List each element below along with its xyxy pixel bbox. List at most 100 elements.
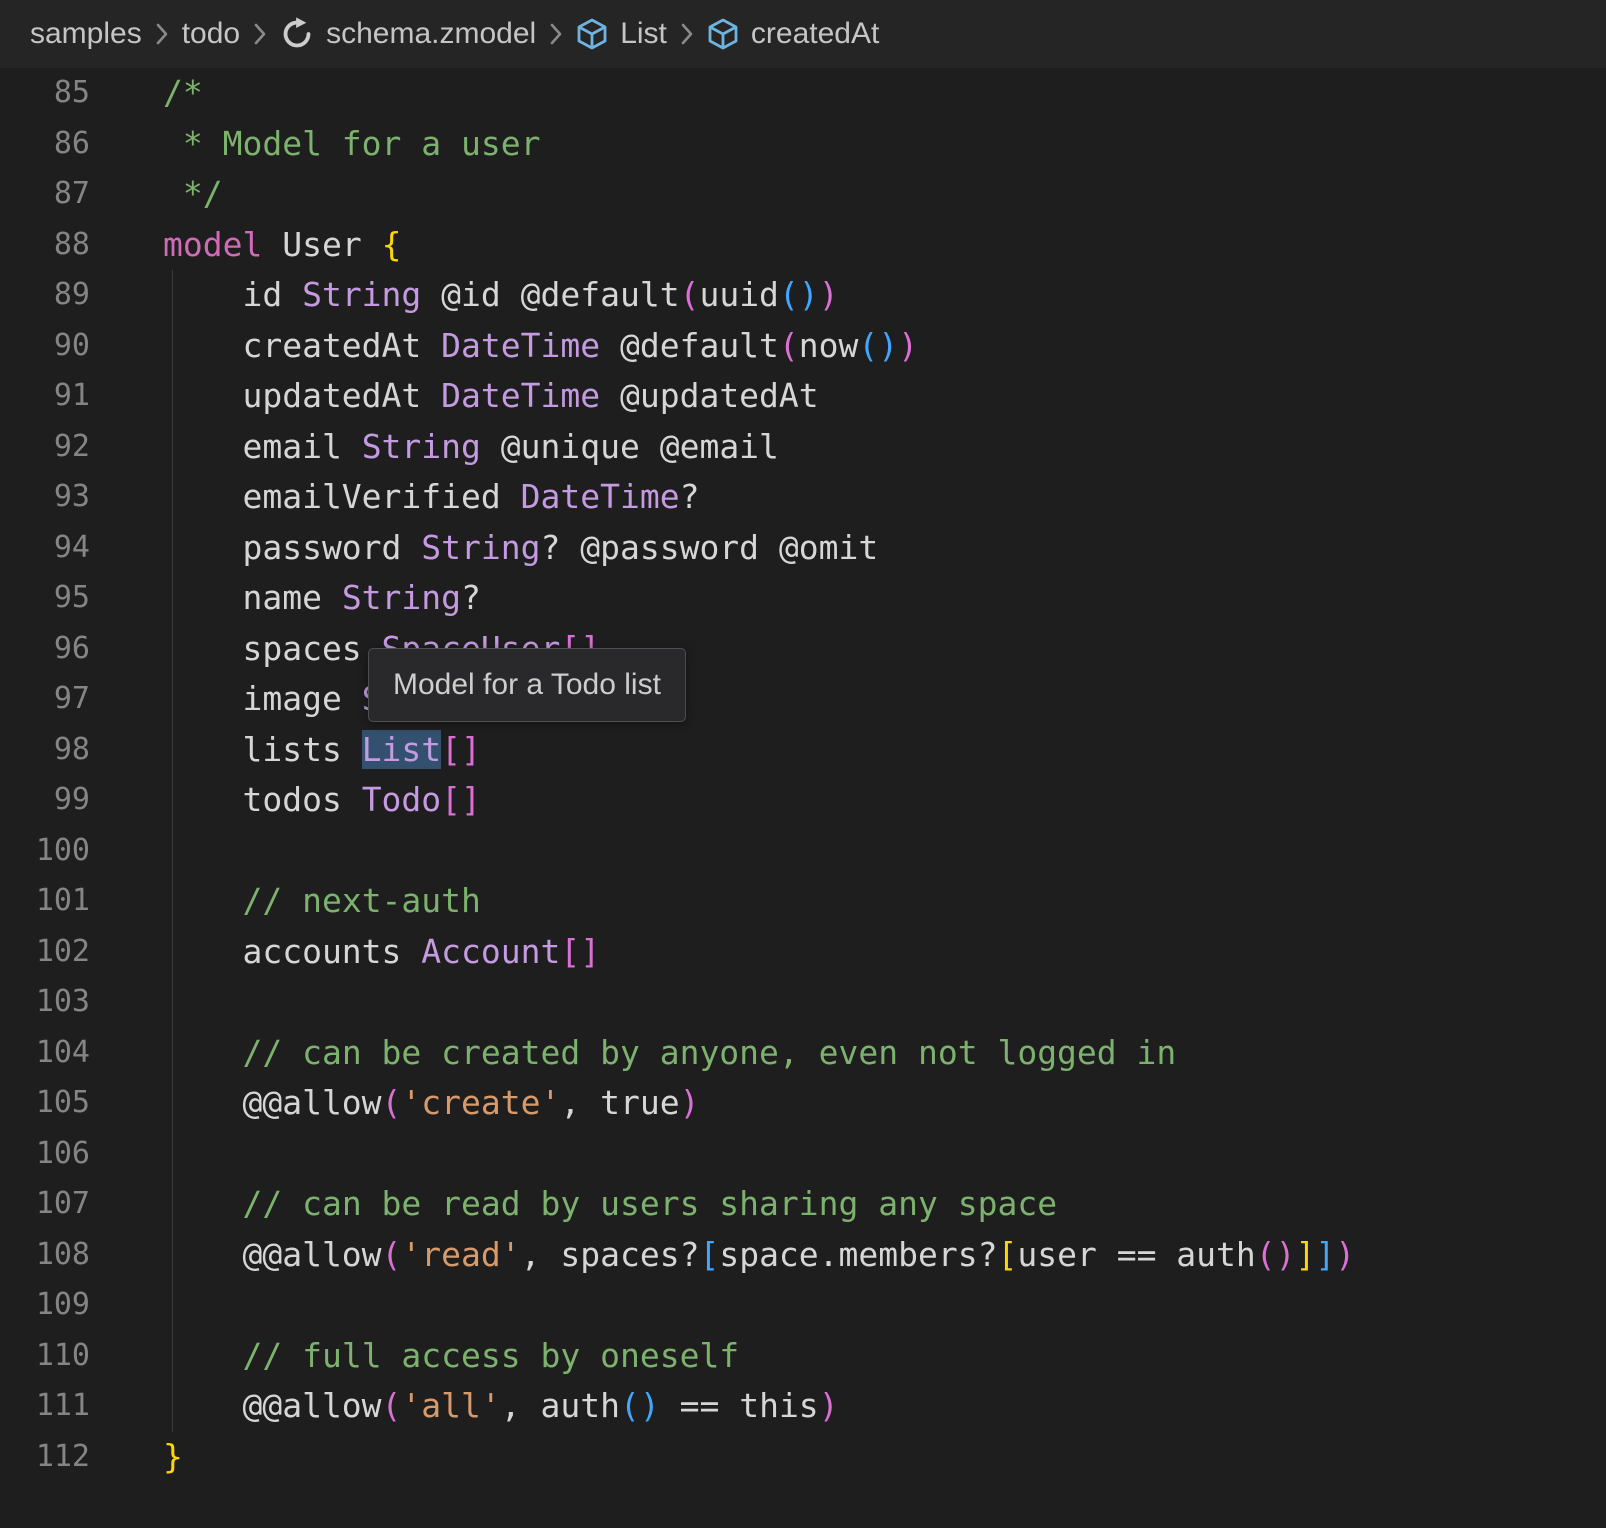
code-token: (	[382, 1083, 402, 1122]
code-line[interactable]: 91 updatedAt DateTime @updatedAt	[0, 371, 1606, 422]
code-token: ]	[1296, 1235, 1316, 1274]
code-line[interactable]: 111 @@allow('all', auth() == this)	[0, 1381, 1606, 1432]
code-token: createdAt	[163, 326, 441, 365]
code-token: )	[1335, 1235, 1355, 1274]
code-token: @@allow	[163, 1386, 382, 1425]
code-line-content: todos Todo[]	[100, 775, 481, 826]
code-token: user == auth	[1017, 1235, 1255, 1274]
code-token	[163, 1336, 242, 1375]
code-line-content: name String?	[100, 573, 481, 624]
line-number: 105	[0, 1078, 100, 1129]
code-line[interactable]: 100	[0, 826, 1606, 877]
code-token: // next-auth	[242, 881, 480, 920]
line-number: 112	[0, 1432, 100, 1483]
code-token: Account	[421, 932, 560, 971]
code-token: id	[163, 275, 302, 314]
code-line[interactable]: 93 emailVerified DateTime?	[0, 472, 1606, 523]
line-number: 109	[0, 1280, 100, 1331]
code-line[interactable]: 108 @@allow('read', spaces?[space.member…	[0, 1230, 1606, 1281]
code-token: */	[163, 174, 223, 213]
code-token: String	[302, 275, 421, 314]
line-number: 103	[0, 977, 100, 1028]
code-token: )	[819, 275, 839, 314]
code-token: ?	[461, 578, 481, 617]
breadcrumb-label: createdAt	[751, 17, 879, 51]
code-token: DateTime	[441, 326, 600, 365]
code-line-content: // can be read by users sharing any spac…	[100, 1179, 1057, 1230]
line-number: 89	[0, 270, 100, 321]
code-token: (	[382, 1235, 402, 1274]
code-line-content: /*	[100, 68, 203, 119]
code-token: emailVerified	[163, 477, 521, 516]
indent-guide	[172, 270, 173, 1432]
code-line-content: @@allow('all', auth() == this)	[100, 1381, 839, 1432]
code-line[interactable]: 98 lists List[]	[0, 725, 1606, 776]
code-line[interactable]: 105 @@allow('create', true)	[0, 1078, 1606, 1129]
code-line-content: // can be created by anyone, even not lo…	[100, 1028, 1176, 1079]
code-line[interactable]: 85/*	[0, 68, 1606, 119]
code-line[interactable]: 106	[0, 1129, 1606, 1180]
code-line-content: * Model for a user	[100, 119, 541, 170]
code-line[interactable]: 101 // next-auth	[0, 876, 1606, 927]
code-token: , spaces?	[521, 1235, 700, 1274]
code-line[interactable]: 99 todos Todo[]	[0, 775, 1606, 826]
code-token: 'all'	[401, 1386, 500, 1425]
code-line[interactable]: 97 image String?	[0, 674, 1606, 725]
code-line-content: lists List[]	[100, 725, 481, 776]
chevron-right-icon	[154, 20, 170, 48]
line-number: 110	[0, 1331, 100, 1382]
code-token: @@allow	[163, 1083, 382, 1122]
code-token: []	[441, 780, 481, 819]
code-token	[163, 881, 242, 920]
line-number: 102	[0, 927, 100, 978]
breadcrumb-label: todo	[182, 17, 240, 51]
code-token: @updatedAt	[600, 376, 819, 415]
breadcrumb-item-todo[interactable]: todo	[182, 17, 240, 51]
line-number: 99	[0, 775, 100, 826]
breadcrumb-item-samples[interactable]: samples	[30, 17, 142, 51]
code-line[interactable]: 88model User {	[0, 220, 1606, 271]
code-line-content: email String @unique @email	[100, 422, 779, 473]
code-token: name	[163, 578, 342, 617]
code-token: 'create'	[401, 1083, 560, 1122]
chevron-right-icon	[252, 20, 268, 48]
line-number: 107	[0, 1179, 100, 1230]
code-line[interactable]: 90 createdAt DateTime @default(now())	[0, 321, 1606, 372]
line-number: 97	[0, 674, 100, 725]
breadcrumb-item-list-symbol[interactable]: List	[576, 17, 667, 51]
code-line[interactable]: 95 name String?	[0, 573, 1606, 624]
cube-icon	[707, 18, 739, 50]
code-line[interactable]: 87 */	[0, 169, 1606, 220]
code-line[interactable]: 104 // can be created by anyone, even no…	[0, 1028, 1606, 1079]
code-line-content: updatedAt DateTime @updatedAt	[100, 371, 819, 422]
breadcrumb-item-createdat-symbol[interactable]: createdAt	[707, 17, 879, 51]
code-line[interactable]: 86 * Model for a user	[0, 119, 1606, 170]
code-line-content: // full access by oneself	[100, 1331, 739, 1382]
code-line[interactable]: 92 email String @unique @email	[0, 422, 1606, 473]
code-token: [	[997, 1235, 1017, 1274]
code-line[interactable]: 109	[0, 1280, 1606, 1331]
code-line-content: model User {	[100, 220, 401, 271]
code-line[interactable]: 110 // full access by oneself	[0, 1331, 1606, 1382]
code-line[interactable]: 89 id String @id @default(uuid())	[0, 270, 1606, 321]
code-line[interactable]: 94 password String? @password @omit	[0, 523, 1606, 574]
chevron-right-icon	[548, 20, 564, 48]
code-token: // full access by oneself	[242, 1336, 739, 1375]
code-token: now	[799, 326, 859, 365]
code-token: == this	[660, 1386, 819, 1425]
code-token: * Model for a user	[163, 124, 541, 163]
code-token: ]	[1315, 1235, 1335, 1274]
breadcrumb-item-schema-zmodel[interactable]: schema.zmodel	[280, 17, 536, 51]
line-number: 92	[0, 422, 100, 473]
code-line[interactable]: 96 spaces SpaceUser[]	[0, 624, 1606, 675]
hover-tooltip: Model for a Todo list	[368, 648, 686, 722]
code-line[interactable]: 107 // can be read by users sharing any …	[0, 1179, 1606, 1230]
line-number: 85	[0, 68, 100, 119]
code-line[interactable]: 102 accounts Account[]	[0, 927, 1606, 978]
code-line[interactable]: 112}	[0, 1432, 1606, 1483]
code-line[interactable]: 103	[0, 977, 1606, 1028]
code-area[interactable]: 85/*86 * Model for a user87 */88model Us…	[0, 68, 1606, 1482]
code-line-content	[100, 826, 163, 877]
code-token: DateTime	[441, 376, 600, 415]
line-number: 106	[0, 1129, 100, 1180]
